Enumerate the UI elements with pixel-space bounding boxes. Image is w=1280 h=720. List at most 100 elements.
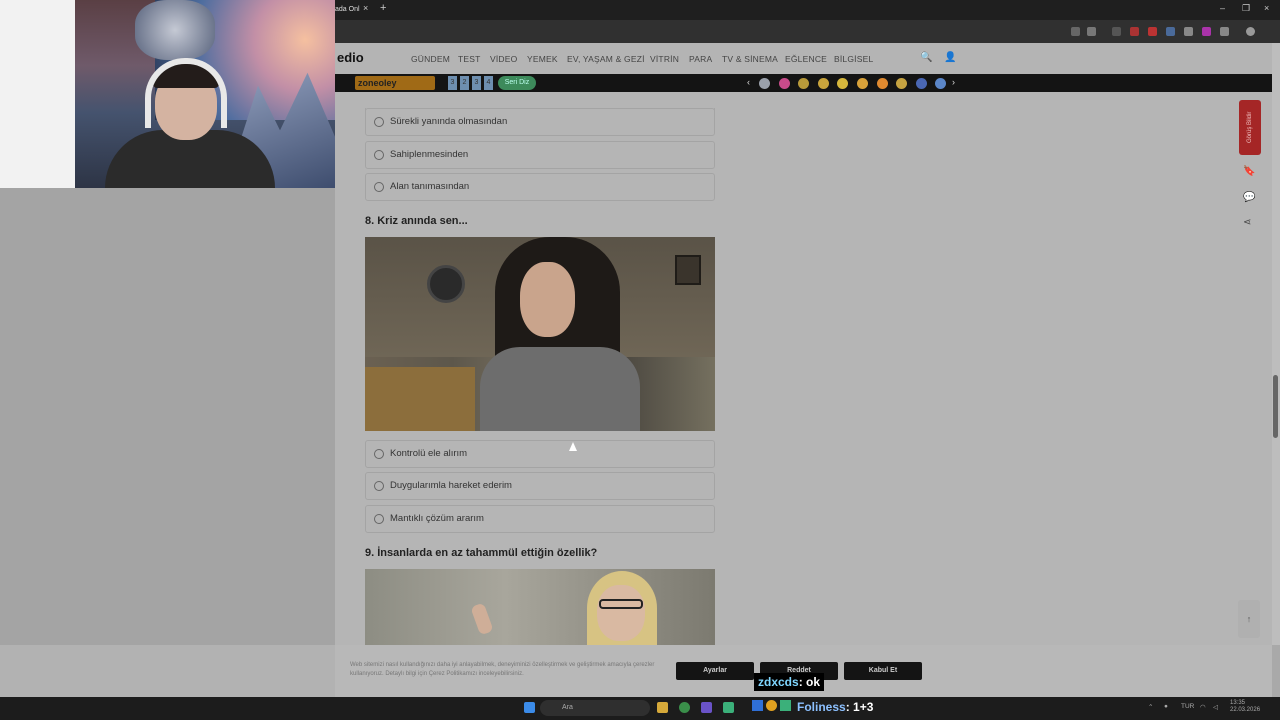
game-number[interactable]: 3 xyxy=(448,76,457,90)
zone-game-banner[interactable]: zoneoley xyxy=(355,76,435,90)
option-label: Kontrolü ele alırım xyxy=(390,448,468,459)
maximize-button[interactable]: ❐ xyxy=(1242,3,1250,14)
seri-diz-button[interactable]: Seri Diz xyxy=(498,76,536,90)
comment-icon[interactable]: 💬 xyxy=(1243,192,1255,203)
browser-tab[interactable]: ada Onl xyxy=(335,2,375,20)
game-number[interactable]: 4 xyxy=(484,76,493,90)
question-8-image xyxy=(365,237,715,431)
webcam-wallpaper-astronaut xyxy=(135,0,215,60)
scrollbar-thumb[interactable] xyxy=(1273,375,1278,438)
overlay-badge-icon xyxy=(752,700,763,711)
profile-avatar[interactable] xyxy=(1246,27,1255,36)
bookmark-star-icon[interactable] xyxy=(1087,27,1096,36)
nav-tv-sinema[interactable]: TV & SİNEMA xyxy=(722,54,778,64)
chrome-icon[interactable] xyxy=(679,702,690,713)
emoji-reaction-icon[interactable] xyxy=(759,78,770,89)
scrollbar-track[interactable] xyxy=(1272,43,1280,645)
radio-button[interactable] xyxy=(374,117,384,127)
option-prev-3[interactable]: Alan tanımasından xyxy=(365,173,715,201)
nav-ev-yasam-gezi[interactable]: EV, YAŞAM & GEZİ xyxy=(567,54,645,64)
emoji-reaction-icon[interactable] xyxy=(857,78,868,89)
clock-time: 13:35 xyxy=(1230,700,1246,706)
share-icon[interactable]: ⋖ xyxy=(1243,217,1251,228)
sofa xyxy=(365,367,475,431)
option-q8-2[interactable]: Duygularımla hareket ederim xyxy=(365,472,715,500)
glasses xyxy=(599,599,643,609)
nav-gundem[interactable]: GÜNDEM xyxy=(411,54,450,64)
foliness-text: : 1+3 xyxy=(845,700,874,714)
feedback-button[interactable]: Görüş Bildir xyxy=(1239,100,1261,155)
user-icon[interactable]: 👤 xyxy=(944,52,956,63)
option-q8-3[interactable]: Mantıklı çözüm ararım xyxy=(365,505,715,533)
nav-bilgisel[interactable]: BİLGİSEL xyxy=(834,54,873,64)
webcam-overlay xyxy=(75,0,335,188)
clock[interactable]: 13:35 22.03.2026 xyxy=(1230,700,1260,714)
option-prev-1[interactable]: Sürekli yanında olmasından xyxy=(365,108,715,136)
emoji-next-icon[interactable]: › xyxy=(952,77,955,87)
game-number[interactable]: 2 xyxy=(460,76,469,90)
wifi-icon[interactable]: ◠ xyxy=(1200,703,1206,711)
option-q8-1[interactable]: Kontrolü ele alırım xyxy=(365,440,715,468)
chat-text: : ok xyxy=(798,675,821,689)
extensions-puzzle-icon[interactable] xyxy=(1220,27,1229,36)
windows-start-icon[interactable] xyxy=(524,702,535,713)
volume-icon[interactable]: ◁ xyxy=(1213,703,1218,711)
site-logo[interactable]: edio xyxy=(337,50,364,65)
stream-overlay-foliness: Foliness: 1+3 xyxy=(752,698,874,716)
tray-mic-icon[interactable]: ● xyxy=(1164,703,1168,710)
extension-icon[interactable] xyxy=(1071,27,1080,36)
bookmark-icon[interactable]: 🔖 xyxy=(1243,166,1255,177)
nav-test[interactable]: TEST xyxy=(458,54,481,64)
left-white-pane xyxy=(0,0,75,188)
nav-eglence[interactable]: EĞLENCE xyxy=(785,54,827,64)
tray-chevron-icon[interactable]: ⌃ xyxy=(1148,703,1153,711)
question-9-title: 9. İnsanlarda en az tahammül ettiğin öze… xyxy=(365,547,598,559)
extension-icon[interactable] xyxy=(1148,27,1157,36)
question-9-image xyxy=(365,569,715,645)
emoji-reaction-icon[interactable] xyxy=(876,78,888,89)
picture-frame xyxy=(675,255,701,285)
option-prev-2[interactable]: Sahiplenmesinden xyxy=(365,141,715,169)
search-icon[interactable]: 🔍 xyxy=(920,52,932,63)
extension-icon[interactable] xyxy=(1112,27,1121,36)
file-explorer-icon[interactable] xyxy=(657,702,668,713)
emoji-prev-icon[interactable]: ‹ xyxy=(747,77,750,87)
dartboard xyxy=(427,265,465,303)
radio-button[interactable] xyxy=(374,449,384,459)
app-icon[interactable] xyxy=(723,702,734,713)
extension-icon[interactable] xyxy=(1202,27,1211,36)
woman-body xyxy=(480,347,640,431)
radio-button[interactable] xyxy=(374,150,384,160)
option-label: Mantıklı çözüm ararım xyxy=(390,513,484,524)
extension-icon[interactable] xyxy=(1166,27,1175,36)
minimize-button[interactable]: – xyxy=(1220,3,1225,13)
overlay-badge-icon xyxy=(780,700,791,711)
foliness-username: Foliness xyxy=(797,700,846,714)
extension-icon[interactable] xyxy=(1184,27,1193,36)
language-indicator[interactable]: TUR xyxy=(1181,703,1194,710)
cookie-text: Web sitemizi nasıl kullandığınızı daha i… xyxy=(350,662,655,677)
cookie-accept-button[interactable]: Kabul Et xyxy=(844,662,922,680)
nav-vitrin[interactable]: VİTRİN xyxy=(650,54,679,64)
cookie-settings-button[interactable]: Ayarlar xyxy=(676,662,754,680)
extension-icon[interactable] xyxy=(1130,27,1139,36)
nav-para[interactable]: PARA xyxy=(689,54,712,64)
emoji-reaction-icon[interactable] xyxy=(817,78,829,89)
emoji-reaction-icon[interactable] xyxy=(778,78,790,89)
new-tab-button[interactable]: + xyxy=(380,2,386,14)
game-number[interactable]: 3 xyxy=(472,76,481,90)
close-window-button[interactable]: × xyxy=(1264,3,1269,13)
clock-date: 22.03.2026 xyxy=(1230,707,1261,713)
nav-yemek[interactable]: YEMEK xyxy=(527,54,558,64)
radio-button[interactable] xyxy=(374,514,384,524)
scroll-top-button[interactable]: ↑ xyxy=(1238,600,1260,638)
radio-button[interactable] xyxy=(374,481,384,491)
radio-button[interactable] xyxy=(374,182,384,192)
app-icon[interactable] xyxy=(701,702,712,713)
taskbar-search[interactable]: Ara xyxy=(540,700,650,716)
overlay-badge-icon xyxy=(766,700,777,711)
tab-close-icon[interactable]: × xyxy=(363,3,368,13)
woman-face xyxy=(597,585,645,641)
emoji-reaction-icon[interactable] xyxy=(915,78,927,89)
nav-video[interactable]: VİDEO xyxy=(490,54,517,64)
